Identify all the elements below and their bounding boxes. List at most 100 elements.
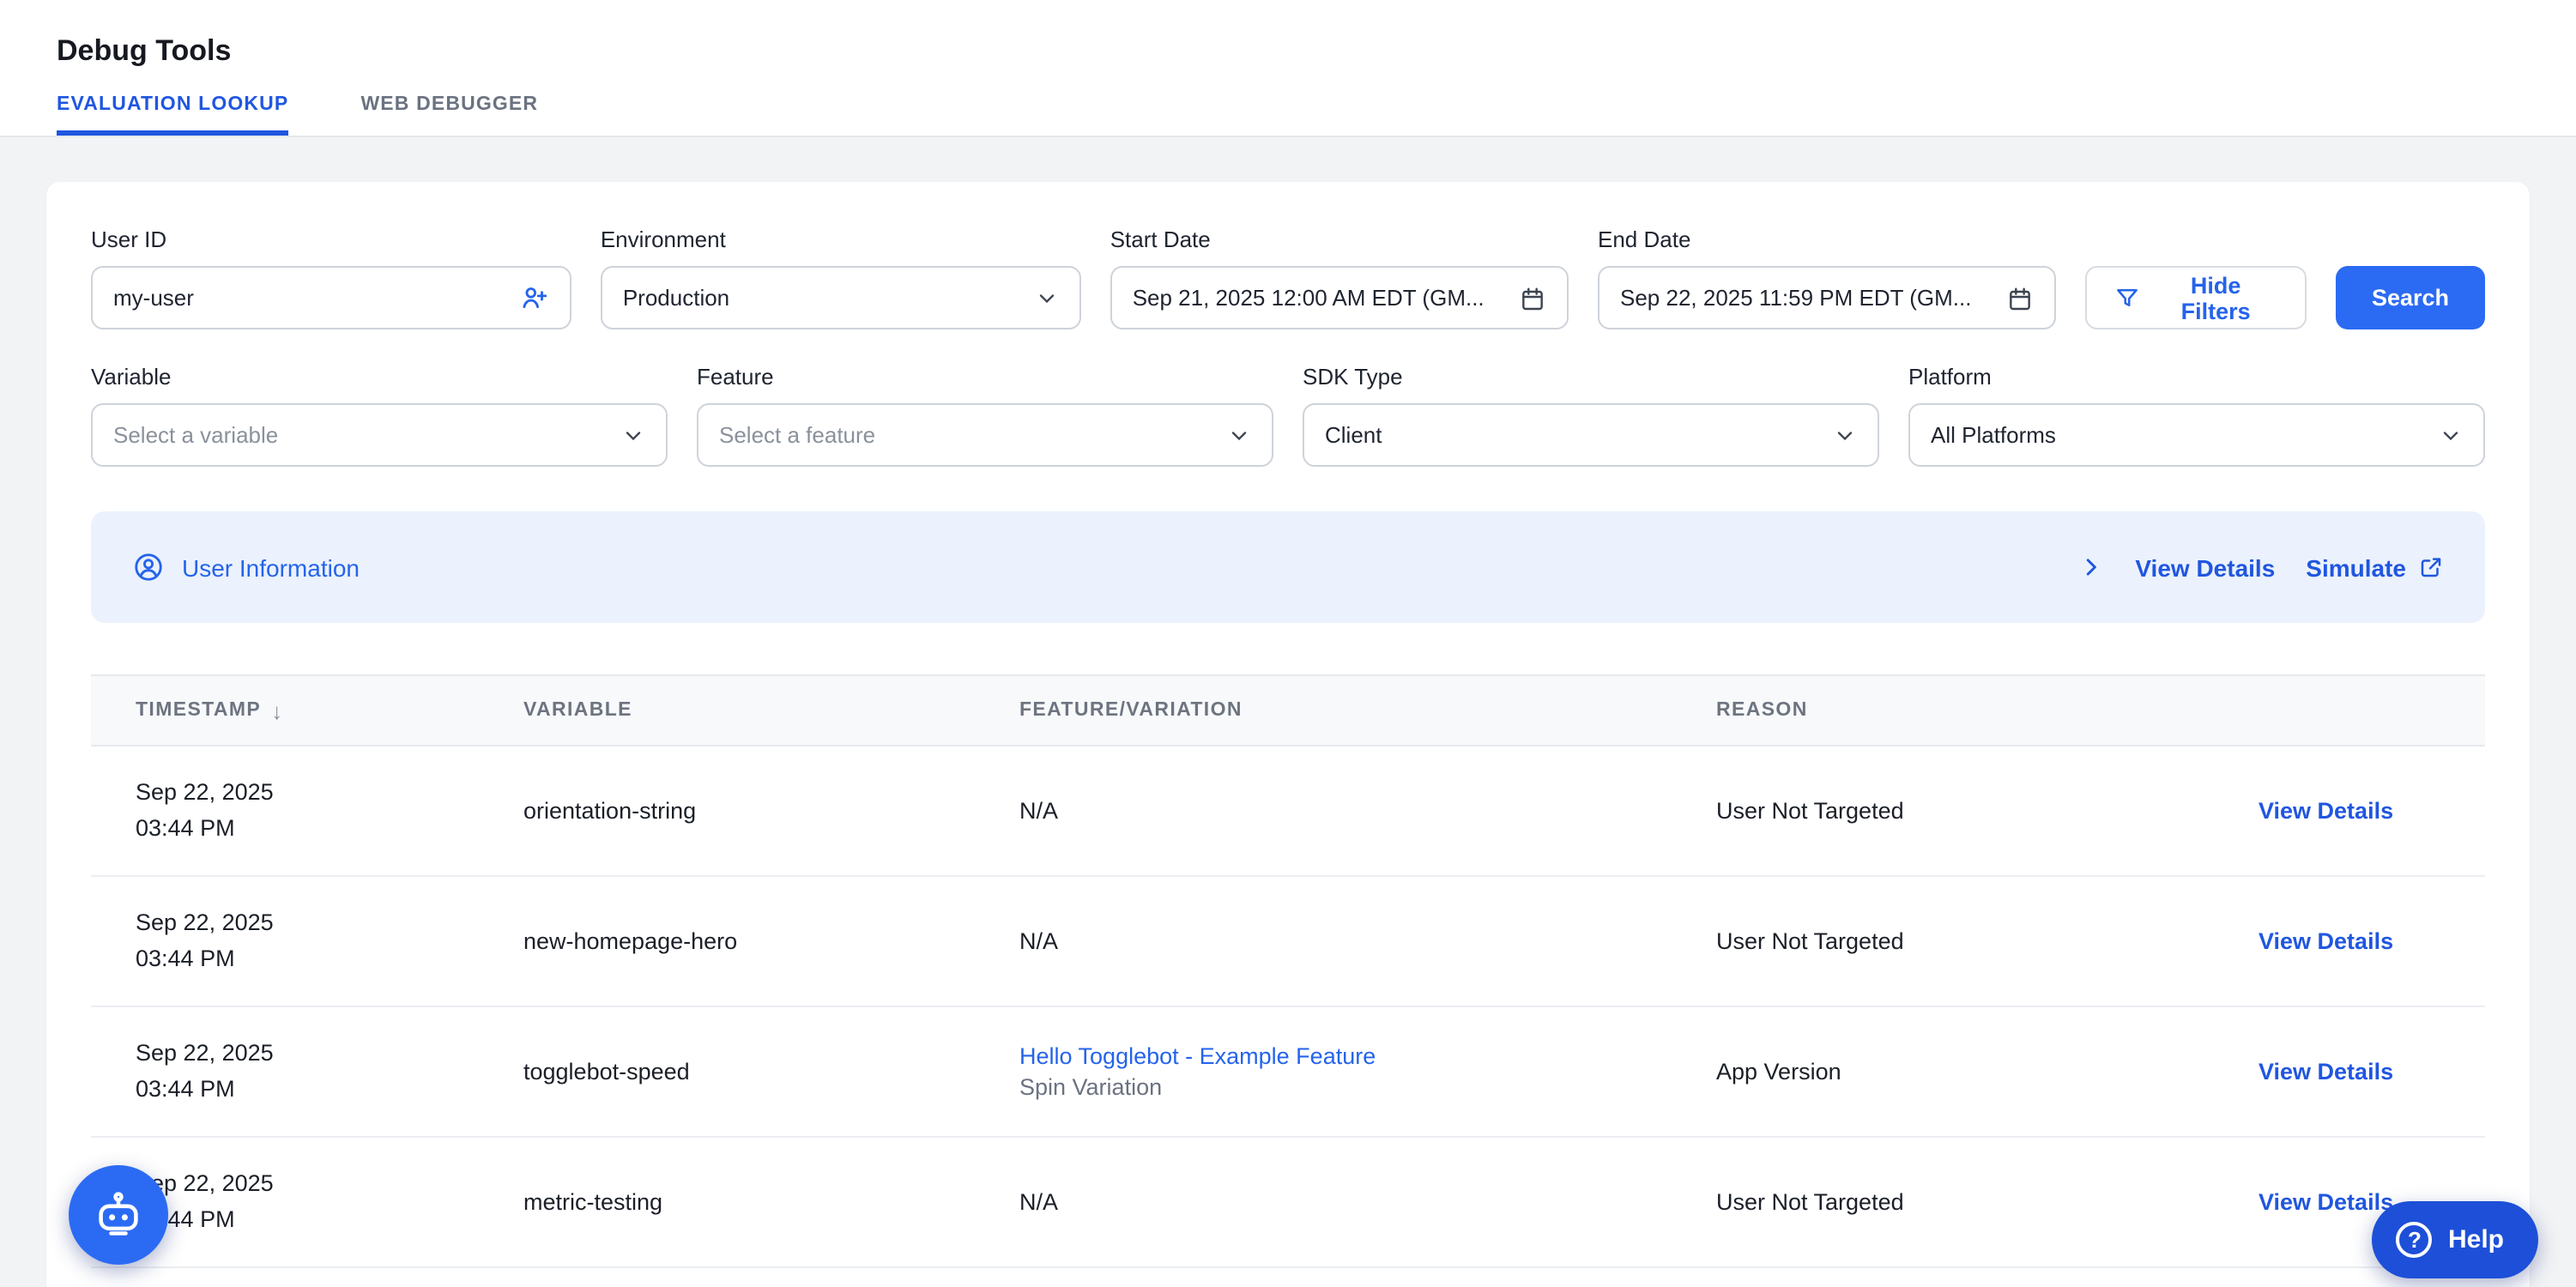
calendar-icon[interactable]	[2006, 284, 2034, 311]
timestamp-cell: Sep 22, 2025 03:44 PM	[136, 1036, 523, 1108]
variable-cell: orientation-string	[523, 798, 1019, 824]
user-information-banner: User Information View Details Simulate	[91, 511, 2485, 623]
search-button-label: Search	[2372, 285, 2449, 311]
user-information-title: User Information	[182, 553, 360, 581]
table-header-row: TIMESTAMP ↓ VARIABLE FEATURE/VARIATION R…	[91, 674, 2485, 746]
variable-field-group: Variable Select a variable	[91, 364, 668, 467]
platform-label: Platform	[1908, 364, 2485, 390]
table-row: Sep 22, 2025 03:44 PM new-homepage-hero …	[91, 877, 2485, 1007]
variable-cell: togglebot-speed	[523, 1059, 1019, 1085]
user-id-value: my-user	[113, 285, 520, 311]
banner-actions: View Details Simulate	[2078, 553, 2444, 581]
start-date-field-group: Start Date Sep 21, 2025 12:00 AM EDT (GM…	[1110, 227, 1569, 329]
end-date-label: End Date	[1598, 227, 2056, 252]
user-id-field-group: User ID my-user	[91, 227, 571, 329]
row-view-details-link[interactable]: View Details	[2259, 1059, 2440, 1085]
end-date-field-group: End Date Sep 22, 2025 11:59 PM EDT (GM..…	[1598, 227, 2056, 329]
page-title: Debug Tools	[57, 34, 2576, 69]
hide-filters-label: Hide Filters	[2154, 272, 2277, 323]
feature-variation-cell: N/A	[1019, 798, 1716, 824]
togglebot-fab-button[interactable]	[69, 1165, 168, 1265]
start-date-input[interactable]: Sep 21, 2025 12:00 AM EDT (GM...	[1110, 266, 1569, 329]
table-row: Sep 22, 2025 03:44 PM metric-testing N/A…	[91, 1138, 2485, 1268]
banner-view-details-link[interactable]: View Details	[2135, 553, 2275, 581]
chevron-down-icon	[2439, 423, 2463, 447]
main-content: User ID my-user Environment Production	[0, 137, 2576, 1287]
tab-bar: EVALUATION LOOKUP WEB DEBUGGER	[57, 94, 2576, 136]
reason-cell: App Version	[1716, 1059, 2259, 1085]
sort-descending-icon: ↓	[271, 698, 283, 723]
person-add-icon[interactable]	[520, 283, 549, 312]
feature-placeholder: Select a feature	[719, 422, 1227, 448]
external-link-icon	[2418, 554, 2444, 580]
feature-variation-cell: N/A	[1019, 928, 1716, 954]
reason-cell: User Not Targeted	[1716, 1189, 2259, 1215]
chevron-right-icon[interactable]	[2078, 554, 2104, 580]
help-button[interactable]: ? Help	[2373, 1201, 2538, 1278]
filter-row-1: User ID my-user Environment Production	[91, 227, 2485, 329]
tab-evaluation-lookup[interactable]: EVALUATION LOOKUP	[57, 94, 288, 136]
platform-select[interactable]: All Platforms	[1908, 403, 2485, 467]
sdk-type-select[interactable]: Client	[1303, 403, 1879, 467]
evaluations-table: TIMESTAMP ↓ VARIABLE FEATURE/VARIATION R…	[91, 674, 2485, 1268]
environment-field-group: Environment Production	[601, 227, 1081, 329]
feature-label: Feature	[697, 364, 1273, 390]
column-header-variable: VARIABLE	[523, 700, 1019, 721]
filter-row-2: Variable Select a variable Feature Selec…	[91, 364, 2485, 467]
chevron-down-icon	[1833, 423, 1857, 447]
calendar-icon[interactable]	[1519, 284, 1546, 311]
variable-placeholder: Select a variable	[113, 422, 621, 448]
sdk-type-field-group: SDK Type Client	[1303, 364, 1879, 467]
sdk-type-label: SDK Type	[1303, 364, 1879, 390]
user-id-label: User ID	[91, 227, 571, 252]
search-button[interactable]: Search	[2336, 266, 2485, 329]
variable-select[interactable]: Select a variable	[91, 403, 668, 467]
timestamp-cell: Sep 22, 2025 03:44 PM	[136, 905, 523, 977]
feature-select[interactable]: Select a feature	[697, 403, 1273, 467]
start-date-label: Start Date	[1110, 227, 1569, 252]
column-header-feature-variation: FEATURE/VARIATION	[1019, 700, 1716, 721]
table-row: Sep 22, 2025 03:44 PM orientation-string…	[91, 746, 2485, 877]
environment-select[interactable]: Production	[601, 266, 1081, 329]
row-view-details-link[interactable]: View Details	[2259, 928, 2440, 954]
feature-field-group: Feature Select a feature	[697, 364, 1273, 467]
table-row: Sep 22, 2025 03:44 PM togglebot-speed He…	[91, 1007, 2485, 1138]
hide-filters-button[interactable]: Hide Filters	[2085, 266, 2307, 329]
chevron-down-icon	[621, 423, 645, 447]
help-button-label: Help	[2448, 1225, 2504, 1254]
feature-link[interactable]: Hello Togglebot - Example Feature	[1019, 1043, 1716, 1069]
column-header-timestamp[interactable]: TIMESTAMP ↓	[136, 698, 523, 723]
platform-value: All Platforms	[1931, 422, 2439, 448]
end-date-input[interactable]: Sep 22, 2025 11:59 PM EDT (GM...	[1598, 266, 2056, 329]
sdk-type-value: Client	[1325, 422, 1833, 448]
feature-variation-cell: Hello Togglebot - Example Feature Spin V…	[1019, 1043, 1716, 1100]
page: Debug Tools EVALUATION LOOKUP WEB DEBUGG…	[0, 0, 2576, 1287]
robot-icon	[89, 1186, 148, 1244]
banner-simulate-link[interactable]: Simulate	[2306, 553, 2444, 581]
user-circle-icon	[132, 551, 165, 583]
chevron-down-icon	[1227, 423, 1251, 447]
user-information-heading: User Information	[132, 551, 360, 583]
banner-view-details-label: View Details	[2135, 553, 2275, 581]
evaluation-lookup-panel: User ID my-user Environment Production	[46, 182, 2530, 1287]
tab-web-debugger[interactable]: WEB DEBUGGER	[360, 94, 538, 136]
variable-cell: metric-testing	[523, 1189, 1019, 1215]
variable-cell: new-homepage-hero	[523, 928, 1019, 954]
feature-variation-cell: N/A	[1019, 1189, 1716, 1215]
reason-cell: User Not Targeted	[1716, 928, 2259, 954]
banner-simulate-label: Simulate	[2306, 553, 2406, 581]
top-header: Debug Tools EVALUATION LOOKUP WEB DEBUGG…	[0, 0, 2576, 137]
row-view-details-link[interactable]: View Details	[2259, 798, 2440, 824]
user-id-input[interactable]: my-user	[91, 266, 571, 329]
variable-label: Variable	[91, 364, 668, 390]
chevron-down-icon	[1035, 286, 1059, 310]
reason-cell: User Not Targeted	[1716, 798, 2259, 824]
environment-label: Environment	[601, 227, 1081, 252]
question-mark-icon: ?	[2397, 1222, 2433, 1258]
environment-value: Production	[623, 285, 1035, 311]
column-header-reason: REASON	[1716, 700, 2259, 721]
end-date-value: Sep 22, 2025 11:59 PM EDT (GM...	[1620, 285, 2006, 311]
start-date-value: Sep 21, 2025 12:00 AM EDT (GM...	[1133, 285, 1519, 311]
filter-funnel-icon	[2114, 285, 2140, 311]
platform-field-group: Platform All Platforms	[1908, 364, 2485, 467]
